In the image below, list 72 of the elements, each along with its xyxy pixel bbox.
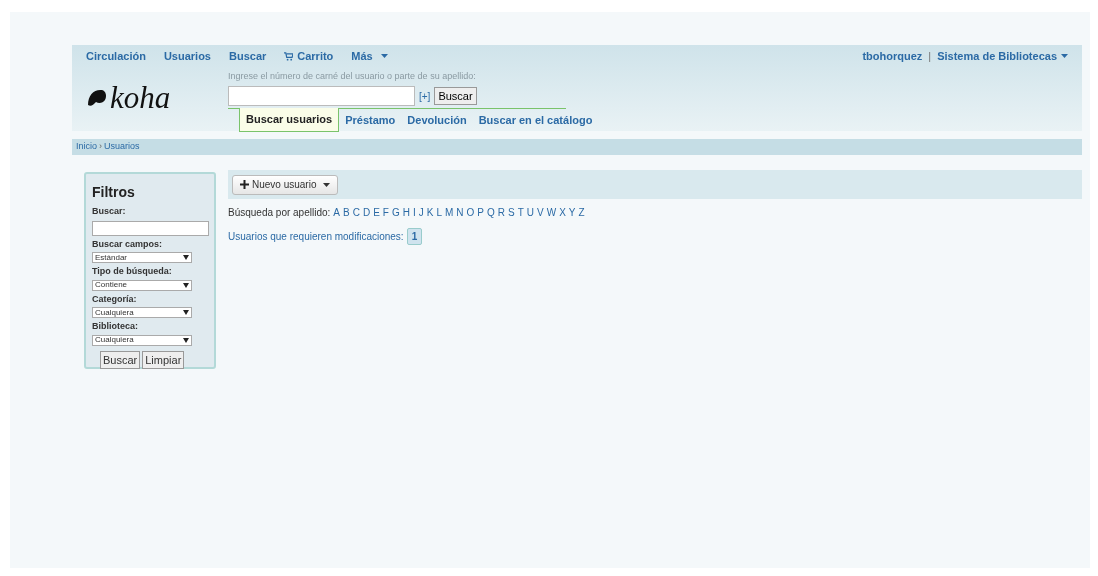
modifications-link[interactable]: Usuarios que requieren modificaciones: [228, 229, 404, 244]
letter-link[interactable]: P [477, 205, 484, 220]
caret-icon [183, 255, 189, 260]
alphabet-label: Búsqueda por apellido: [228, 206, 331, 220]
letter-link[interactable]: R [497, 205, 505, 220]
letter-link[interactable]: V [537, 205, 544, 220]
caret-icon [183, 337, 189, 343]
search-tab[interactable]: Buscar usuarios [239, 108, 340, 132]
search-tab[interactable]: Devolución [401, 109, 473, 132]
letter-link[interactable]: N [456, 205, 464, 220]
field-label: Buscar: [92, 205, 127, 218]
letter-link[interactable]: E [373, 205, 380, 220]
letter-link[interactable]: L [436, 205, 442, 220]
letter-link[interactable]: O [466, 205, 475, 220]
more-options-link[interactable]: [+] [419, 88, 431, 104]
search-tab[interactable]: Buscar en el catálogo [472, 109, 599, 132]
letter-link[interactable]: S [508, 205, 515, 220]
filters-title: Filtros [92, 183, 136, 202]
menu-link[interactable]: Más [351, 48, 388, 65]
field-label: Buscar campos: [92, 237, 164, 251]
caret-icon [183, 282, 189, 288]
caret-icon [380, 54, 388, 59]
letter-link[interactable]: D [362, 205, 371, 220]
letter-link[interactable]: Y [568, 205, 576, 220]
separator: | [928, 49, 932, 64]
letter-link[interactable]: W [546, 205, 557, 220]
dropdown[interactable]: Cualquiera [92, 307, 192, 318]
breadcrumb-separator: › [99, 140, 102, 154]
letter-link[interactable]: C [352, 205, 360, 220]
field-label: Tipo de búsqueda: [92, 265, 173, 278]
letter-link[interactable]: U [526, 205, 534, 220]
search-input[interactable] [92, 220, 209, 236]
dropdown[interactable]: Estándar [92, 252, 192, 263]
letter-link[interactable]: M [444, 205, 454, 220]
letter-link[interactable]: Z [578, 205, 585, 220]
breadcrumb-link[interactable]: Inicio [76, 140, 97, 154]
caret-icon [1061, 54, 1068, 59]
letter-link[interactable]: J [418, 205, 424, 220]
letter-link[interactable]: T [517, 205, 524, 220]
clear-button[interactable]: Limpiar [142, 350, 185, 369]
search-tab[interactable]: Préstamo [339, 109, 402, 132]
nav-link[interactable]: Carrito [284, 48, 334, 65]
nav-link[interactable]: Buscar [229, 48, 267, 65]
search-label: Ingrese el número de carné del usuario o parte de su apellido: [228, 69, 477, 83]
field-label: Biblioteca: [92, 320, 139, 333]
logo-text: koha [110, 82, 171, 113]
caret-icon [323, 182, 331, 187]
letter-link[interactable]: F [382, 205, 389, 220]
search-field[interactable] [228, 86, 415, 106]
user-link[interactable]: tbohorquez [862, 48, 923, 65]
caret-icon [183, 310, 189, 315]
dropdown[interactable]: Contiene [92, 279, 192, 291]
plus-icon [240, 180, 249, 189]
letter-link[interactable]: B [343, 205, 350, 220]
nav-link[interactable]: Usuarios [163, 48, 211, 65]
dropdown[interactable]: Cualquiera [92, 334, 192, 346]
letter-link[interactable]: I [412, 205, 416, 220]
letter-link[interactable]: H [402, 205, 410, 220]
letter-link[interactable]: K [426, 205, 434, 220]
cart-icon [284, 51, 294, 61]
nav-link[interactable]: Circulación [86, 48, 146, 65]
letter-link[interactable]: Q [486, 205, 495, 220]
count-badge: 1 [406, 228, 423, 245]
letter-link[interactable]: G [391, 205, 400, 220]
library-menu[interactable]: Sistema de Bibliotecas [937, 48, 1068, 65]
search-button[interactable]: Buscar [434, 87, 477, 105]
letter-link[interactable]: X [559, 205, 566, 220]
search-button[interactable]: Buscar [100, 350, 141, 369]
field-label: Categoría: [92, 292, 138, 306]
breadcrumb-link[interactable]: Usuarios [104, 140, 140, 154]
letter-link[interactable]: A [333, 205, 340, 220]
new-user-button[interactable]: Nuevo usuario [232, 174, 339, 195]
